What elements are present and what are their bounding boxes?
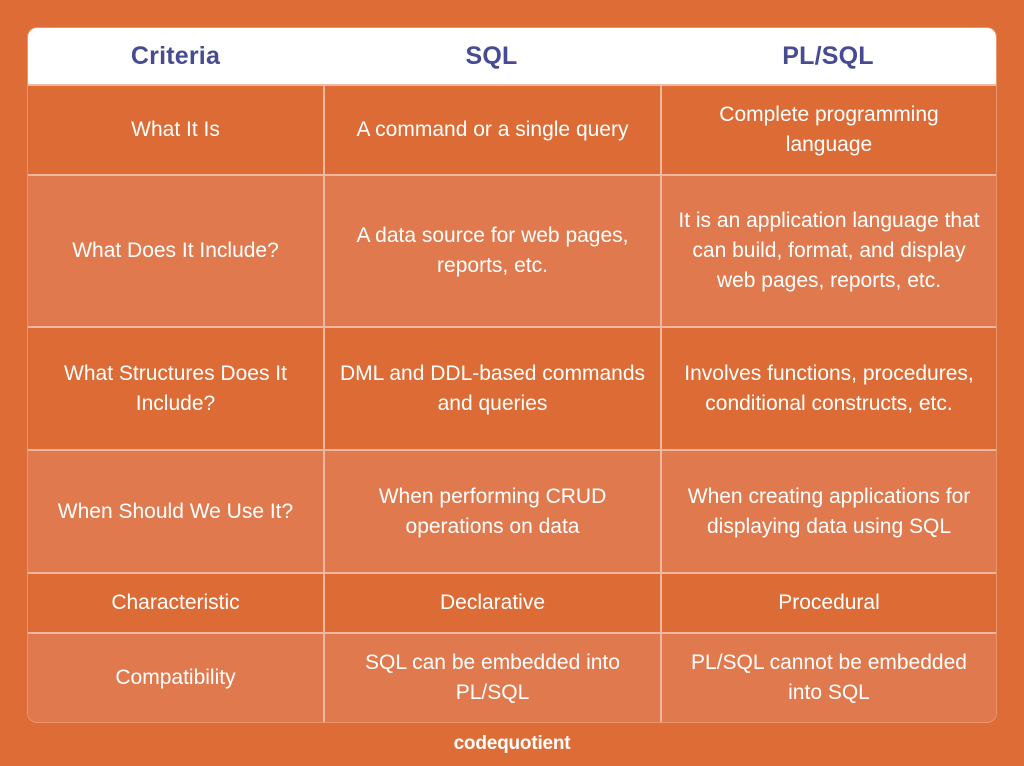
cell-criteria: Characteristic: [111, 591, 240, 614]
comparison-table: Criteria SQL PL/SQL What It Is A command…: [28, 28, 996, 722]
table-row: What Structures Does It Include? DML and…: [28, 326, 996, 449]
cell-plsql: PL/SQL cannot be embedded into SQL: [660, 633, 996, 722]
table-row: What Does It Include? A data source for …: [28, 174, 996, 326]
cell-sql: DML and DDL-based commands and queries: [323, 328, 660, 449]
cell-sql: Declarative: [323, 574, 660, 632]
column-header-criteria: Criteria: [130, 41, 221, 70]
table-row: Compatibility SQL can be embedded into P…: [28, 631, 996, 722]
footer: codequotient: [28, 722, 996, 766]
cell-sql: A data source for web pages, reports, et…: [323, 176, 660, 326]
cell-plsql: Complete programming language: [660, 86, 996, 174]
cell-criteria: When Should We Use It?: [57, 499, 294, 523]
brand-logo-prefix: code: [453, 732, 498, 754]
cell-sql: SQL can be embedded into PL/SQL: [323, 633, 660, 722]
cell-sql: A command or a single query: [323, 86, 660, 174]
table-row: What It Is A command or a single query C…: [28, 84, 996, 174]
cell-criteria: What It Is: [131, 118, 220, 142]
table-row: Characteristic Declarative Procedural: [28, 572, 996, 632]
brand-logo: codequotient: [454, 733, 571, 755]
column-header-sql: SQL: [465, 41, 518, 70]
cell-plsql: It is an application language that can b…: [660, 176, 996, 326]
brand-logo-suffix: quotient: [497, 732, 571, 754]
cell-criteria: What Does It Include?: [72, 239, 279, 263]
table-body: What It Is A command or a single query C…: [28, 84, 996, 722]
column-header-plsql: PL/SQL: [782, 41, 874, 70]
cell-criteria: Compatibility: [115, 665, 236, 689]
cell-plsql: When creating applications for displayin…: [660, 451, 996, 572]
cell-criteria: What Structures Does It Include?: [64, 361, 287, 415]
infographic-page: Criteria SQL PL/SQL What It Is A command…: [0, 0, 1024, 766]
table-row: When Should We Use It? When performing C…: [28, 449, 996, 572]
cell-plsql: Involves functions, procedures, conditio…: [660, 328, 996, 449]
cell-sql: When performing CRUD operations on data: [323, 451, 660, 572]
cell-plsql: Procedural: [660, 574, 996, 632]
table-header-row: Criteria SQL PL/SQL: [28, 28, 996, 84]
